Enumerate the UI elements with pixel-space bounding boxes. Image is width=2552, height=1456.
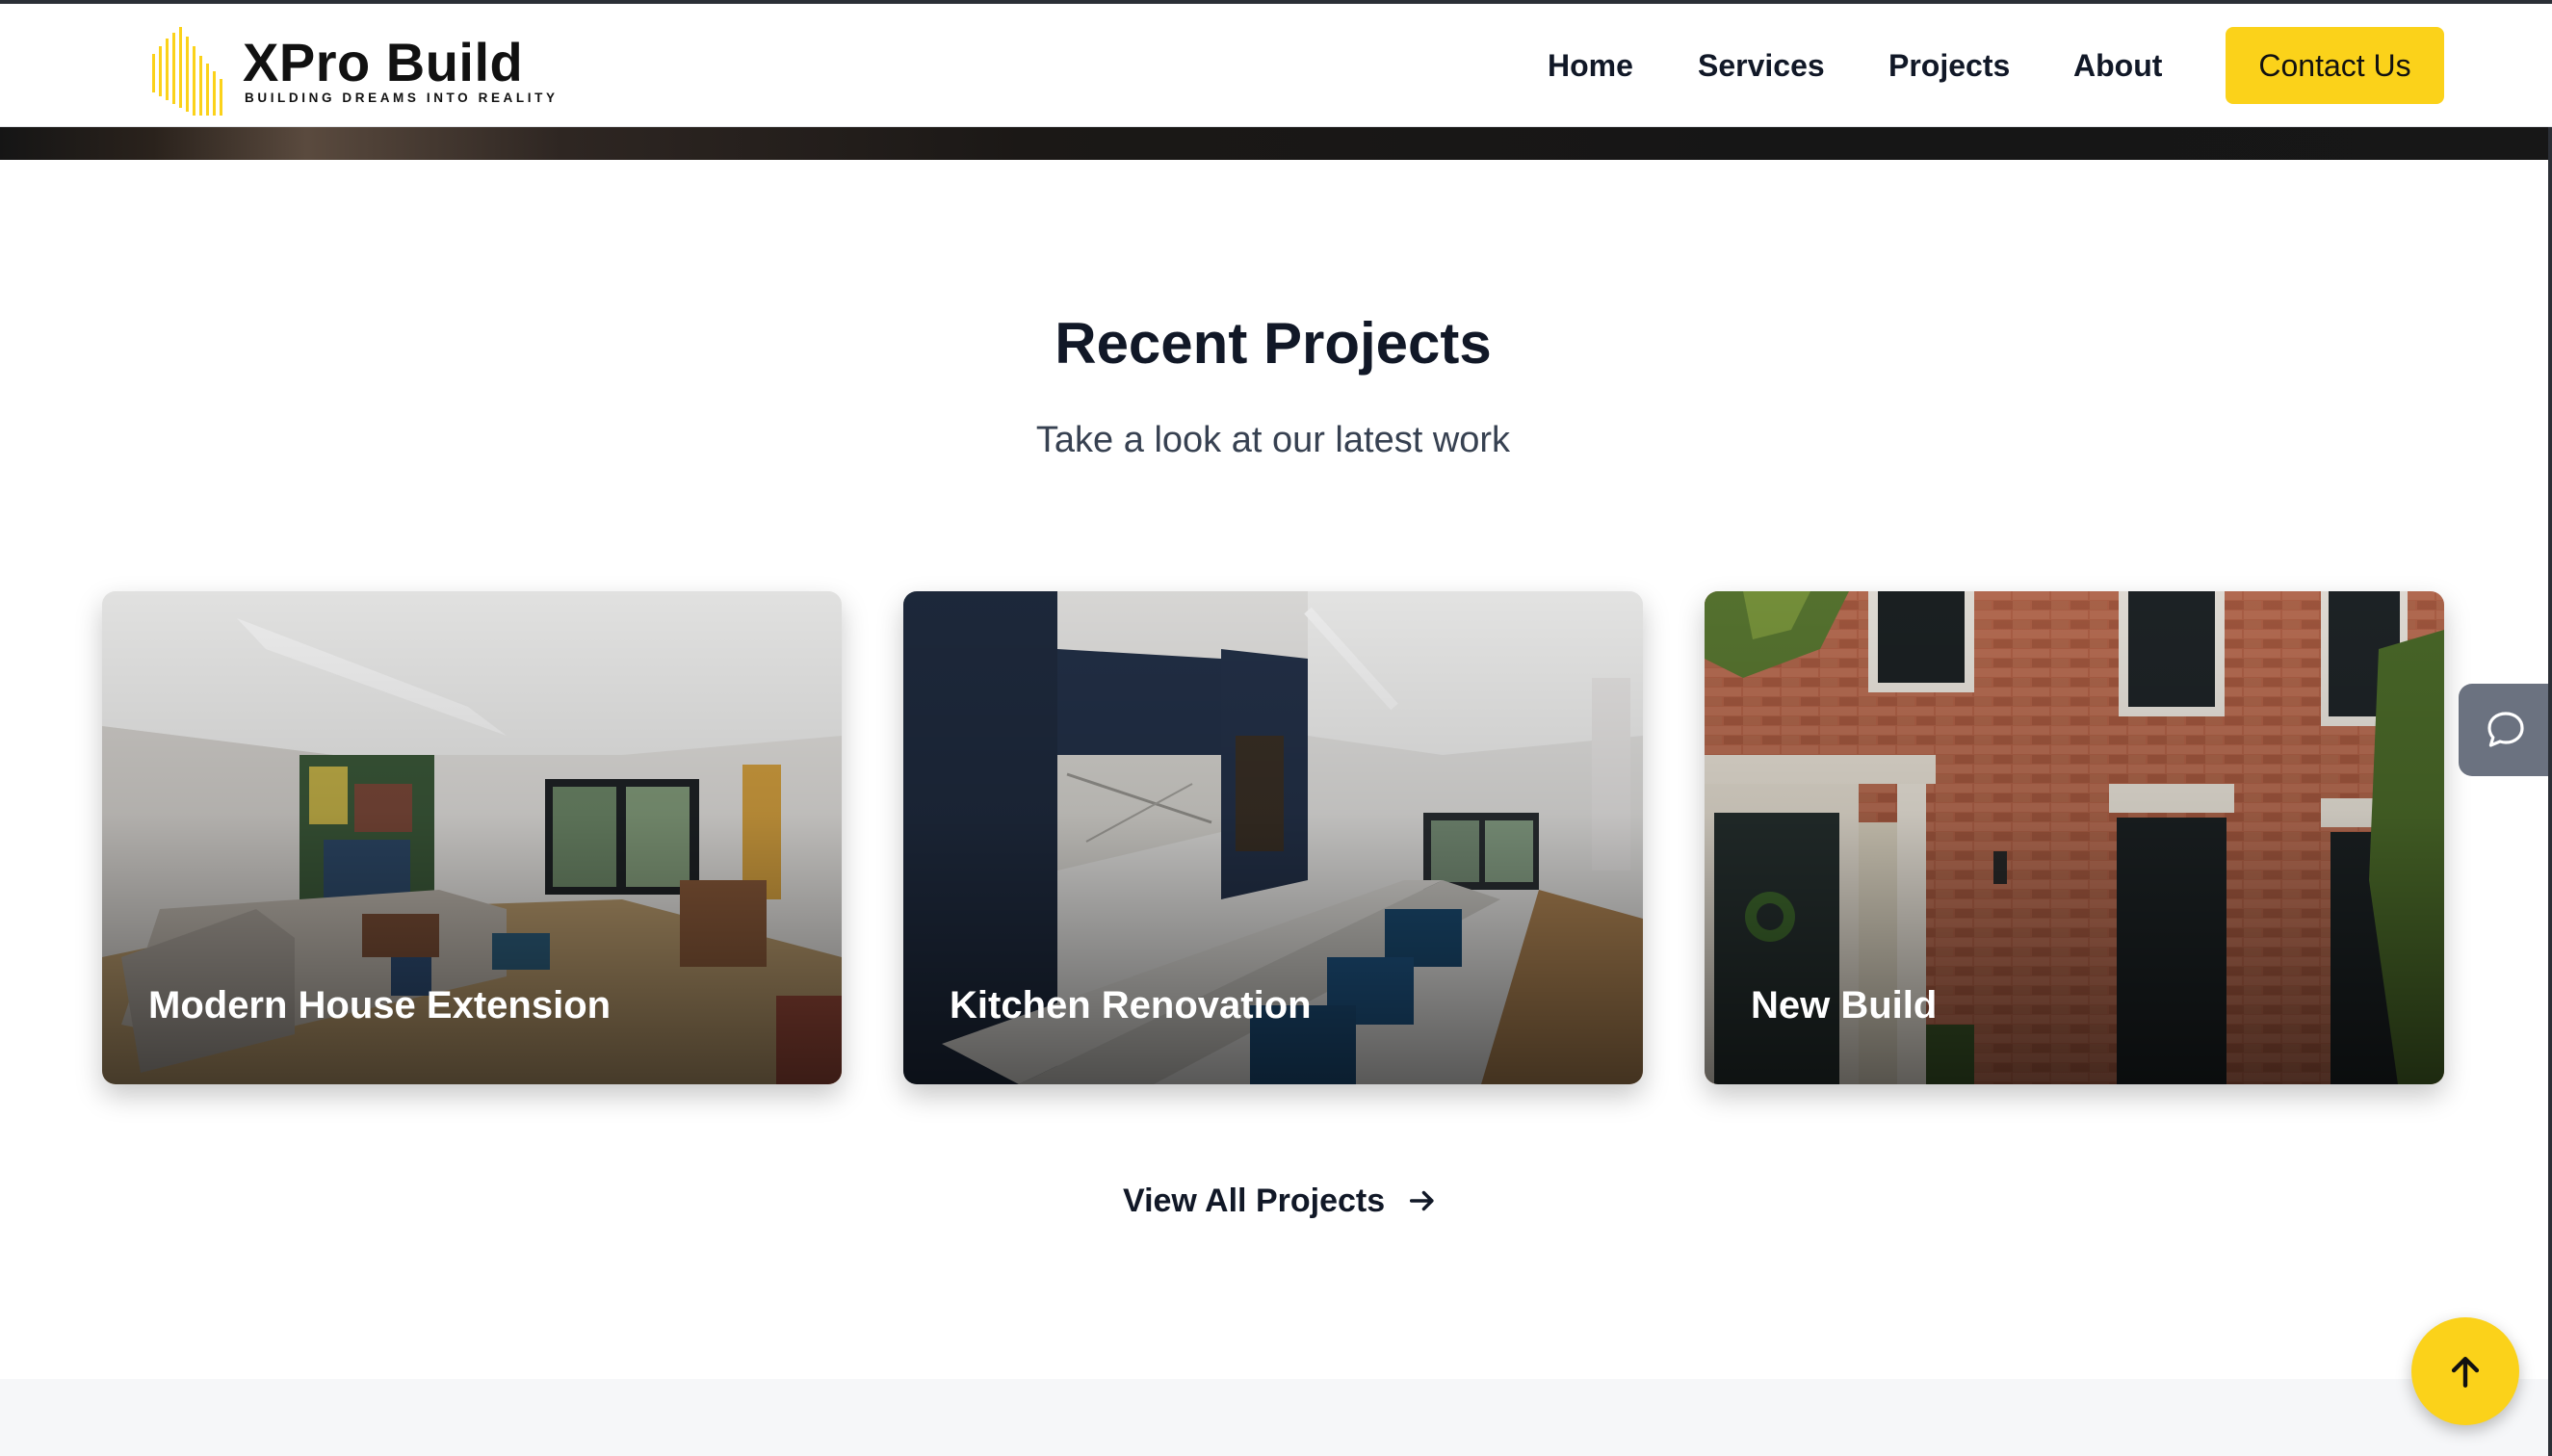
section-subtitle: Take a look at our latest work (1035, 420, 1511, 460)
project-title: New Build (1751, 984, 1938, 1027)
hero-image-strip (0, 127, 2552, 160)
arrow-right-icon (1410, 1190, 1434, 1211)
contact-us-button[interactable]: Contact Us (2226, 27, 2444, 104)
project-title: Modern House Extension (148, 984, 612, 1027)
brand-name: XPro Build (243, 32, 524, 92)
nav-home[interactable]: Home (1548, 48, 1633, 84)
arrow-up-icon (2451, 1356, 2480, 1388)
chat-bubble-icon (2487, 712, 2524, 747)
next-section-band (0, 1379, 2552, 1456)
project-title: Kitchen Renovation (950, 984, 1312, 1027)
nav-services[interactable]: Services (1698, 48, 1825, 84)
brand-logo[interactable]: XPro Build BUILDING DREAMS INTO REALITY (150, 25, 555, 117)
logo-bars-icon (152, 27, 222, 116)
section-title: Recent Projects (1055, 311, 1492, 376)
scroll-to-top-button[interactable] (2411, 1317, 2519, 1425)
view-all-label: View All Projects (1123, 1182, 1386, 1219)
page: XPro Build BUILDING DREAMS INTO REALITY … (0, 0, 2552, 1456)
project-card-modern-house-extension[interactable]: Modern House Extension (102, 591, 842, 1084)
brand-tagline: BUILDING DREAMS INTO REALITY (245, 91, 559, 105)
nav-projects[interactable]: Projects (1888, 48, 2010, 84)
project-card-kitchen-renovation[interactable]: Kitchen Renovation (903, 591, 1643, 1084)
view-all-projects-link[interactable]: View All Projects (1123, 1177, 1439, 1225)
nav-about[interactable]: About (2073, 48, 2162, 84)
window-right-edge (2548, 0, 2552, 1456)
chat-widget-tab[interactable] (2459, 684, 2552, 776)
project-card-new-build[interactable]: New Build (1705, 591, 2444, 1084)
site-header: XPro Build BUILDING DREAMS INTO REALITY … (0, 4, 2552, 127)
